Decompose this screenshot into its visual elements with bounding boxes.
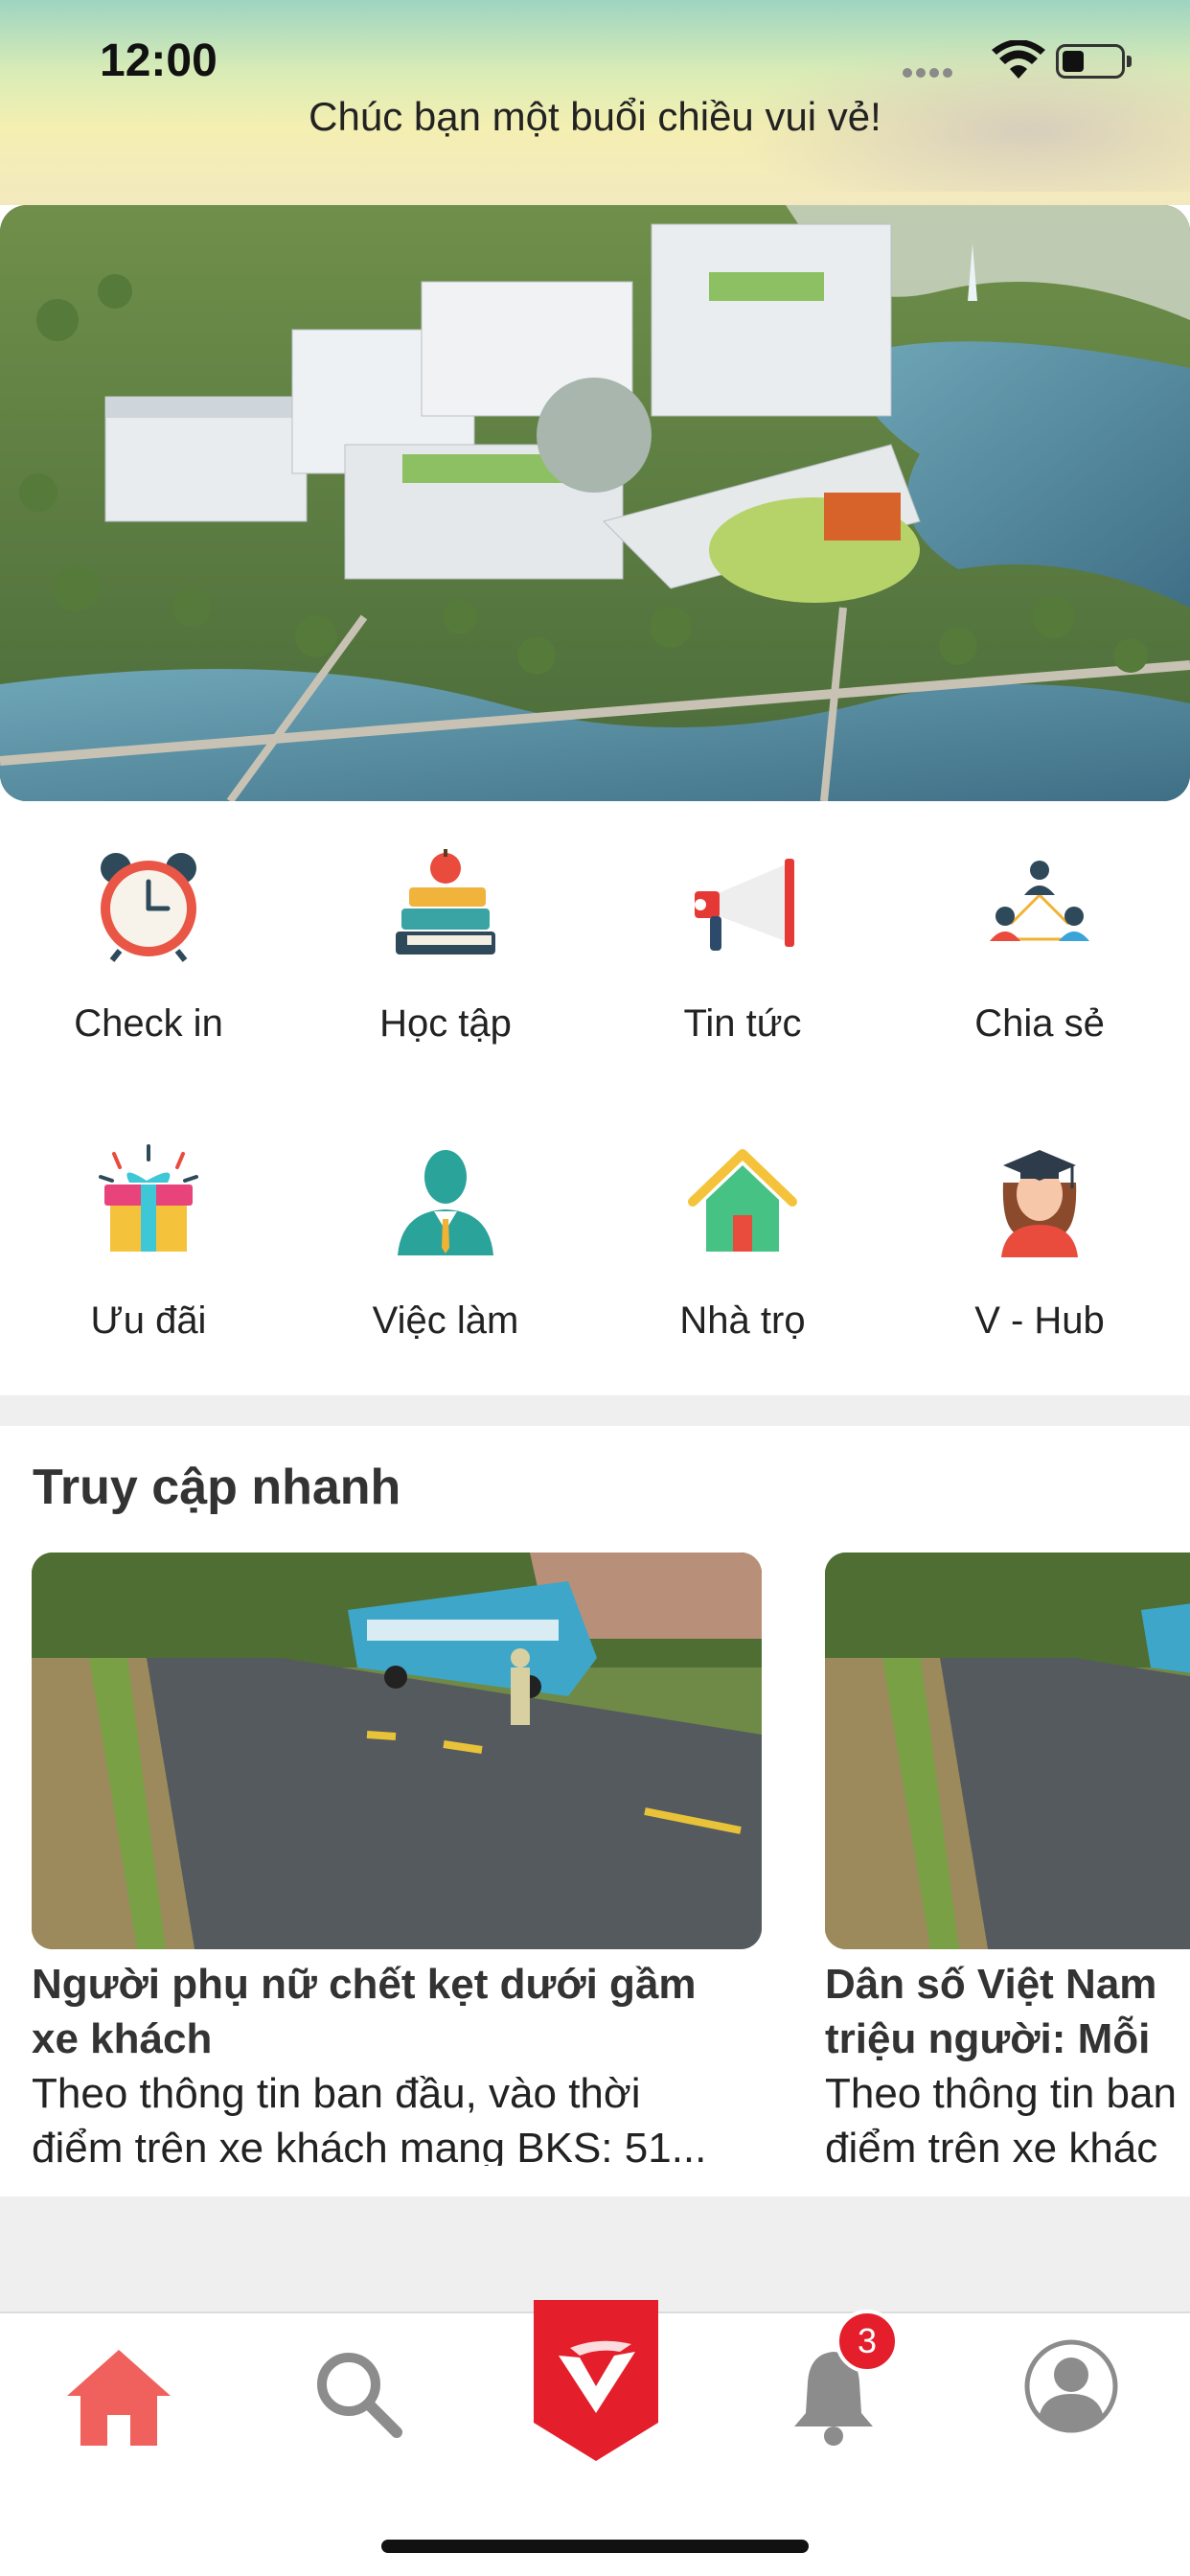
news-photo [32, 1552, 762, 1949]
menu-label: Nhà trọ [679, 1300, 806, 1342]
greeting-text: Chúc bạn một buổi chiều vui vẻ! [309, 94, 881, 139]
notification-badge: 3 [835, 2310, 899, 2373]
alarm-clock-icon [101, 853, 196, 962]
tab-notifications[interactable] [714, 2313, 951, 2505]
graduate-icon [1001, 1150, 1078, 1257]
tab-search[interactable] [238, 2313, 475, 2505]
menu-label: Ưu đãi [90, 1300, 207, 1342]
bottom-tab-bar [0, 2300, 1190, 2576]
menu-label: Việc làm [372, 1300, 519, 1342]
feature-menu-grid: Check in Học tập Tin tức Chia sẻ Ưu đãi … [0, 801, 1190, 1395]
news-title-line: Dân số Việt Nam [825, 1961, 1157, 2008]
menu-label: Check in [74, 1002, 223, 1045]
news-card[interactable]: Dân số Việt Nam triệu người: Mỗi Theo th… [825, 1552, 1190, 2166]
menu-item-tin-tuc[interactable]: Tin tức [594, 801, 891, 1089]
campus-banner-image[interactable] [0, 205, 1190, 801]
menu-item-uu-dai[interactable]: Ưu đãi [0, 1098, 297, 1386]
menu-item-viec-lam[interactable]: Việc làm [297, 1098, 594, 1386]
tab-home[interactable] [0, 2313, 238, 2505]
news-title-line: Người phụ nữ chết kẹt dưới gầm [32, 1961, 697, 2008]
menu-label: Tin tức [683, 1002, 802, 1045]
menu-item-v-hub[interactable]: V - Hub [891, 1098, 1188, 1386]
gift-icon [99, 1144, 198, 1252]
news-card[interactable]: Người phụ nữ chết kẹt dưới gầm xe khách … [32, 1552, 762, 2166]
wifi-icon [992, 40, 1045, 79]
search-icon [317, 2353, 402, 2438]
menu-item-chia-se[interactable]: Chia sẻ [891, 801, 1188, 1089]
news-photo [825, 1552, 1190, 1949]
news-desc-line: Theo thông tin ban [825, 2070, 1177, 2117]
battery-icon [1056, 44, 1132, 79]
home-indicator[interactable] [381, 2540, 809, 2553]
tab-profile[interactable] [952, 2313, 1190, 2505]
status-time: 12:00 [100, 35, 217, 86]
news-desc-line: Theo thông tin ban đầu, vào thời [32, 2070, 641, 2117]
people-network-icon [990, 861, 1089, 941]
campus-illustration [0, 205, 1190, 801]
section-divider [0, 1395, 1190, 1426]
news-desc-line: điểm trên xe khách mang BKS: 51... [32, 2125, 707, 2166]
house-icon [688, 1149, 797, 1252]
menu-item-check-in[interactable]: Check in [0, 801, 297, 1089]
news-desc-line: điểm trên xe khác [825, 2125, 1158, 2166]
brand-shield-logo [534, 2300, 658, 2461]
home-icon [67, 2350, 171, 2446]
quick-access-carousel[interactable]: Người phụ nữ chết kẹt dưới gầm xe khách … [0, 1552, 1190, 2166]
menu-label: V - Hub [974, 1300, 1105, 1342]
businessman-icon [398, 1150, 493, 1255]
avatar-icon [1024, 2339, 1118, 2433]
menu-label: Học tập [379, 1002, 512, 1045]
cellular-signal-icon [903, 65, 960, 78]
menu-item-hoc-tap[interactable]: Học tập [297, 801, 594, 1089]
books-apple-icon [396, 849, 495, 954]
content-bottom-band [0, 2196, 1190, 2312]
news-title-line: xe khách [32, 2015, 213, 2062]
menu-label: Chia sẻ [974, 1002, 1105, 1045]
megaphone-icon [695, 859, 794, 951]
news-title-line: triệu người: Mỗi [825, 2015, 1151, 2062]
tab-brand[interactable] [476, 2300, 714, 2505]
section-title: Truy cập nhanh [33, 1460, 401, 1515]
status-icons [903, 40, 1133, 82]
menu-item-nha-tro[interactable]: Nhà trọ [594, 1098, 891, 1386]
header: 12:00 Chúc bạn một buổi chiều vui vẻ! [0, 0, 1190, 205]
